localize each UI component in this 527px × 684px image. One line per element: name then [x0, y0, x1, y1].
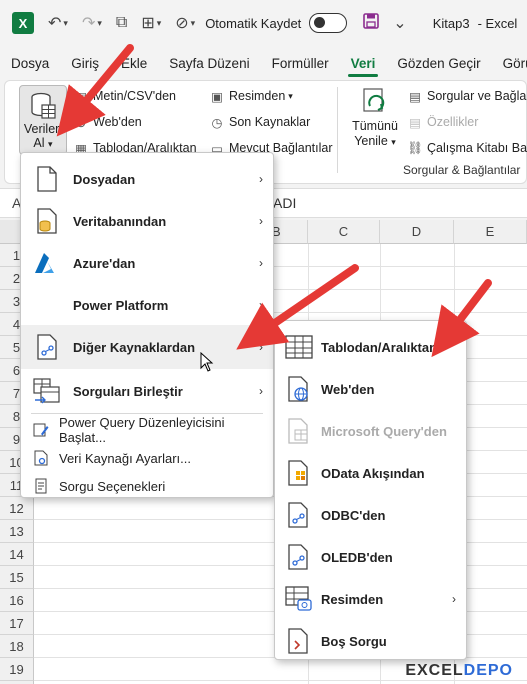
excel-window: X ↶ ▾ ↷ ▾ ⧉ ⊞ ▾ ⊘ ▾ Otomatik Kaydet ⌄ Kitap3… [0, 0, 527, 684]
arrow-to-other-sources [236, 264, 359, 350]
watermark-logo: EXCELDEPO [405, 662, 513, 680]
watermark-part2: DEPO [463, 662, 513, 679]
arrow-to-table-range [431, 279, 492, 358]
arrow-to-get-data [56, 44, 134, 137]
annotation-arrows [56, 44, 492, 358]
watermark-part1: EXCEL [405, 662, 464, 679]
mouse-cursor-icon [200, 352, 214, 372]
